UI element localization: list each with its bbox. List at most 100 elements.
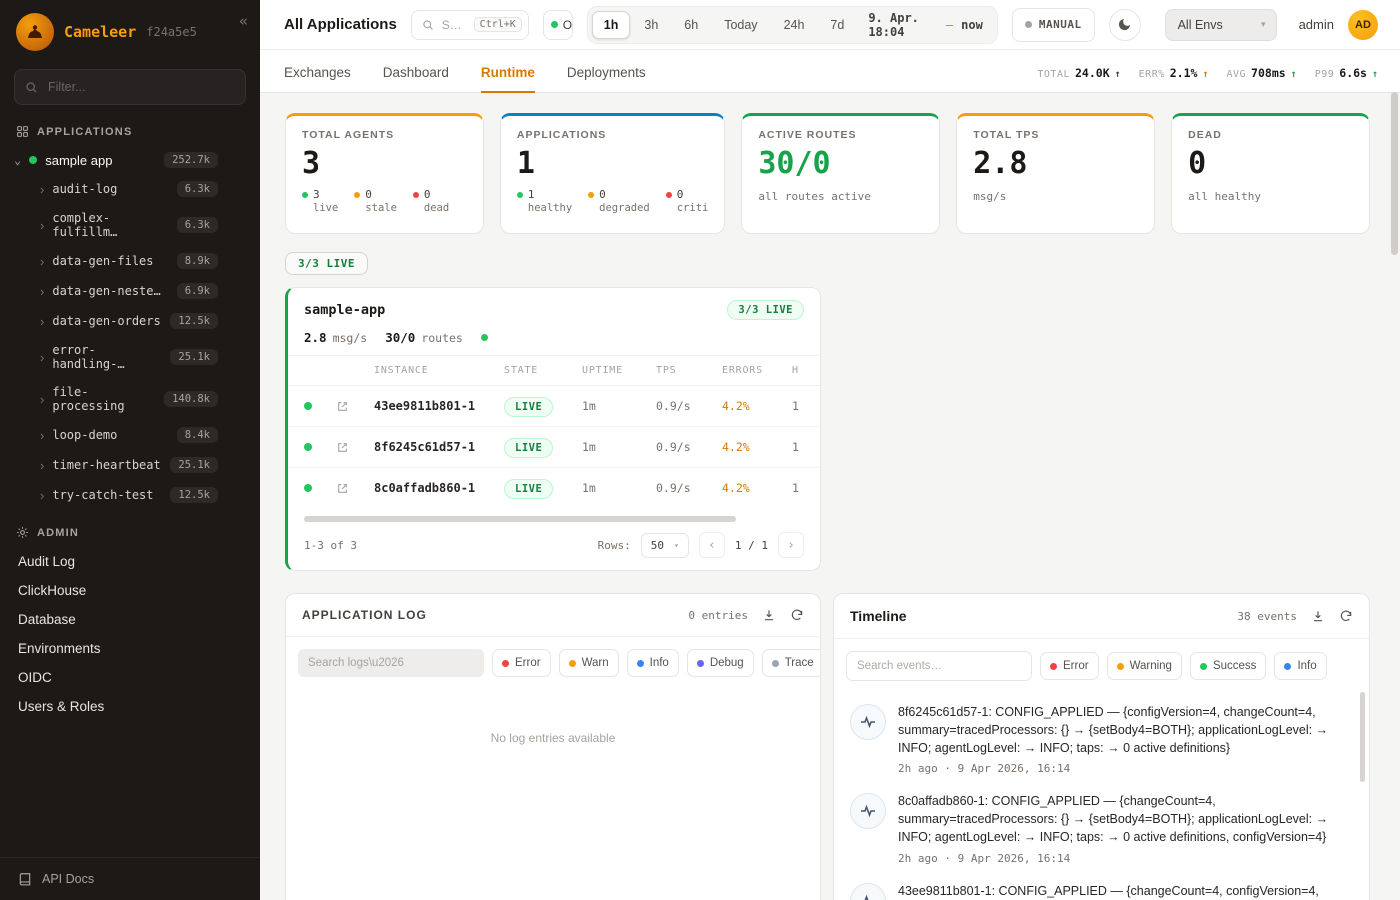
external-link-icon[interactable] — [334, 398, 350, 414]
tree-item-label: error-handling-… — [52, 343, 162, 371]
trend-up-icon: ↑ — [1202, 69, 1208, 80]
timeline-scrollbar[interactable] — [1360, 692, 1365, 782]
global-search[interactable]: Ctrl+K — [411, 10, 529, 40]
search-icon — [422, 19, 434, 31]
count-badge: 25.1k — [170, 349, 218, 365]
app-root-label: sample app — [45, 153, 112, 168]
tab-exchanges[interactable]: Exchanges — [284, 65, 351, 92]
sidebar-item-file-processing[interactable]: ›file-processing140.8k — [0, 378, 260, 420]
sidebar-item-sample-app[interactable]: ⌄ sample app 252.7k — [0, 146, 260, 174]
sidebar-item-audit-log-admin[interactable]: Audit Log — [0, 547, 260, 576]
status-dot — [29, 156, 37, 164]
sidebar: Cameleer f24a5e5 « APPLICATIONS ⌄ sample… — [0, 0, 260, 900]
card-active-routes: ACTIVE ROUTES 30/0 all routes active — [741, 113, 940, 234]
sidebar-item-clickhouse[interactable]: ClickHouse — [0, 576, 260, 605]
status-dot — [502, 660, 509, 667]
sidebar-collapse-button[interactable]: « — [239, 12, 248, 30]
live-filter-chip[interactable]: 3/3 LIVE — [285, 252, 368, 275]
sidebar-item-data-gen-orders[interactable]: ›data-gen-orders12.5k — [0, 306, 260, 336]
applications-section-header: APPLICATIONS — [0, 109, 260, 146]
time-range-3h[interactable]: 3h — [632, 11, 670, 39]
sidebar-item-users-roles[interactable]: Users & Roles — [0, 692, 260, 721]
sidebar-item-loop-demo[interactable]: ›loop-demo8.4k — [0, 420, 260, 450]
chevron-down-icon[interactable]: ⌄ — [14, 153, 21, 167]
header-right-group: MANUAL All Envs ▾ admin AD — [1012, 8, 1378, 42]
filter-chip-info[interactable]: Info — [627, 649, 679, 677]
filter-chip-error[interactable]: Error — [492, 649, 551, 677]
time-range-display[interactable]: 9. Apr. 18:04 — now — [858, 11, 993, 39]
breakdown-degraded: 0degraded — [588, 188, 650, 214]
table-row[interactable]: 8c0affadb860-1 LIVE 1m 0.9/s 4.2% 1 — [288, 468, 820, 508]
app-card-metrics: 2.8 msg/s 30/0 routes — [288, 328, 820, 356]
sidebar-item-oidc[interactable]: OIDC — [0, 663, 260, 692]
env-select[interactable]: All Envs ▾ — [1165, 9, 1277, 41]
tab-runtime[interactable]: Runtime — [481, 65, 535, 92]
stat-err: ERR%2.1%↑ — [1139, 66, 1209, 80]
external-link-icon[interactable] — [334, 480, 350, 496]
timeline-panel: Timeline 38 events Error Warning Success… — [833, 593, 1370, 900]
global-search-input[interactable] — [440, 17, 468, 33]
table-row[interactable]: 43ee9811b801-1 LIVE 1m 0.9/s 4.2% 1 — [288, 386, 820, 427]
time-range-6h[interactable]: 6h — [672, 11, 710, 39]
sidebar-item-data-gen-nested[interactable]: ›data-gen-neste…6.9k — [0, 276, 260, 306]
filter-chip-error[interactable]: Error — [1040, 652, 1099, 680]
refresh-icon[interactable] — [1339, 609, 1353, 623]
admin-section-header: ADMIN — [0, 510, 260, 547]
chevron-right-icon: › — [40, 218, 44, 233]
time-range-7d[interactable]: 7d — [818, 11, 856, 39]
sidebar-item-complex-fulfillment[interactable]: ›complex-fulfillm…6.3k — [0, 204, 260, 246]
tree-item-label: data-gen-neste… — [52, 284, 160, 298]
sidebar-filter-input[interactable] — [46, 79, 235, 95]
filter-chip-debug[interactable]: Debug — [687, 649, 754, 677]
external-link-icon[interactable] — [334, 439, 350, 455]
refresh-icon[interactable] — [790, 608, 804, 622]
sidebar-item-api-docs[interactable]: API Docs — [0, 857, 260, 900]
tab-dashboard[interactable]: Dashboard — [383, 65, 449, 92]
rows-per-page-select[interactable]: 50▾ — [641, 533, 689, 558]
list-item[interactable]: 43ee9811b801-1: CONFIG_APPLIED — {change… — [850, 874, 1351, 900]
tab-deployments[interactable]: Deployments — [567, 65, 646, 92]
log-search-input[interactable] — [298, 649, 484, 677]
filter-chip-warn[interactable]: Warn — [559, 649, 619, 677]
manual-mode-chip[interactable]: MANUAL — [1012, 8, 1095, 42]
event-time: 2h ago · 9 Apr 2026, 16:14 — [898, 852, 1351, 865]
sidebar-item-try-catch-test[interactable]: ›try-catch-test12.5k — [0, 480, 260, 510]
prev-page-button[interactable]: ‹ — [699, 532, 725, 558]
status-dot — [666, 192, 672, 198]
page-scrollbar[interactable] — [1391, 92, 1398, 255]
filter-chip-info[interactable]: Info — [1274, 652, 1326, 680]
apps-grid-icon — [16, 125, 29, 138]
sidebar-item-environments[interactable]: Environments — [0, 634, 260, 663]
list-item[interactable]: 8c0affadb860-1: CONFIG_APPLIED — {change… — [850, 784, 1351, 873]
sidebar-item-error-handling[interactable]: ›error-handling-…25.1k — [0, 336, 260, 378]
download-icon[interactable] — [1311, 609, 1325, 623]
card-applications: APPLICATIONS 1 1healthy 0degraded 0criti — [500, 113, 725, 234]
online-status-chip[interactable]: O — [543, 10, 573, 40]
logo-id: f24a5e5 — [146, 25, 197, 39]
dark-mode-toggle[interactable] — [1109, 9, 1141, 41]
health-dot — [481, 334, 488, 341]
main-area: All Applications Ctrl+K O 1h 3h 6h Today… — [260, 0, 1400, 900]
sidebar-item-timer-heartbeat[interactable]: ›timer-heartbeat25.1k — [0, 450, 260, 480]
table-row[interactable]: 8f6245c61d57-1 LIVE 1m 0.9/s 4.2% 1 — [288, 427, 820, 468]
filter-chip-warning[interactable]: Warning — [1107, 652, 1182, 680]
avatar[interactable]: AD — [1348, 10, 1378, 40]
filter-chip-success[interactable]: Success — [1190, 652, 1266, 680]
sidebar-item-database[interactable]: Database — [0, 605, 260, 634]
chevron-down-icon: ▾ — [674, 541, 679, 550]
time-range-today[interactable]: Today — [712, 11, 769, 39]
timeline-search-input[interactable] — [846, 651, 1032, 681]
sidebar-item-data-gen-files[interactable]: ›data-gen-files8.9k — [0, 246, 260, 276]
next-page-button[interactable]: › — [778, 532, 804, 558]
count-badge: 25.1k — [170, 457, 218, 473]
filter-chip-trace[interactable]: Trace — [762, 649, 821, 677]
sidebar-item-audit-log[interactable]: ›audit-log6.3k — [0, 174, 260, 204]
time-range-1h[interactable]: 1h — [592, 11, 631, 39]
download-icon[interactable] — [762, 608, 776, 622]
time-range-24h[interactable]: 24h — [772, 11, 817, 39]
status-dot — [588, 192, 594, 198]
tree-item-label: data-gen-orders — [52, 314, 160, 328]
event-text: 8c0affadb860-1: CONFIG_APPLIED — {change… — [898, 793, 1351, 846]
admin-section-label: ADMIN — [37, 527, 79, 539]
list-item[interactable]: 8f6245c61d57-1: CONFIG_APPLIED — {config… — [850, 695, 1351, 784]
